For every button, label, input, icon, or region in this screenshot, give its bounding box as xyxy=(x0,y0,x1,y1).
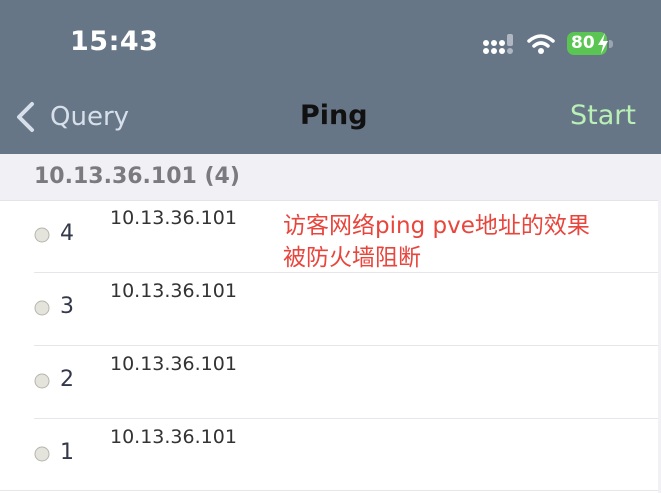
status-dot-icon xyxy=(34,300,50,316)
ping-host: 10.13.36.101 xyxy=(110,207,237,229)
cellular-signal-icon xyxy=(483,34,513,54)
status-dot-icon xyxy=(34,227,50,243)
back-button[interactable]: Query xyxy=(14,100,129,134)
ping-host: 10.13.36.101 xyxy=(110,280,237,302)
back-button-label: Query xyxy=(50,102,130,132)
ping-host: 10.13.36.101 xyxy=(110,353,237,375)
status-dot-icon xyxy=(34,446,50,462)
list-item[interactable]: 1 10.13.36.101 xyxy=(0,419,661,492)
ping-sequence: 3 xyxy=(60,294,74,319)
chevron-left-icon xyxy=(17,102,34,132)
ping-sequence: 1 xyxy=(60,440,74,465)
list-item[interactable]: 3 10.13.36.101 xyxy=(0,273,661,346)
list-item[interactable]: 2 10.13.36.101 xyxy=(0,346,661,419)
annotation-line: 访客网络ping pve地址的效果 xyxy=(283,213,590,239)
ping-sequence: 2 xyxy=(60,367,74,392)
section-header: 10.13.36.101 (4) xyxy=(0,154,661,201)
status-time: 15:43 xyxy=(70,26,159,57)
start-button[interactable]: Start xyxy=(570,100,636,131)
wifi-icon xyxy=(527,34,555,54)
battery-charging-icon xyxy=(598,33,608,54)
app-header: 15:43 80 Query Ping Start xyxy=(0,0,661,154)
ping-host: 10.13.36.101 xyxy=(110,426,237,448)
ping-sequence: 4 xyxy=(60,221,74,246)
status-dot-icon xyxy=(34,373,50,389)
page-title: Ping xyxy=(300,100,368,131)
list-bottom-divider xyxy=(0,490,661,491)
section-title: 10.13.36.101 (4) xyxy=(34,164,240,189)
battery-nub xyxy=(609,40,613,48)
annotation-note: 访客网络ping pve地址的效果 被防火墙阻断 xyxy=(283,210,613,274)
annotation-line: 被防火墙阻断 xyxy=(283,245,421,271)
